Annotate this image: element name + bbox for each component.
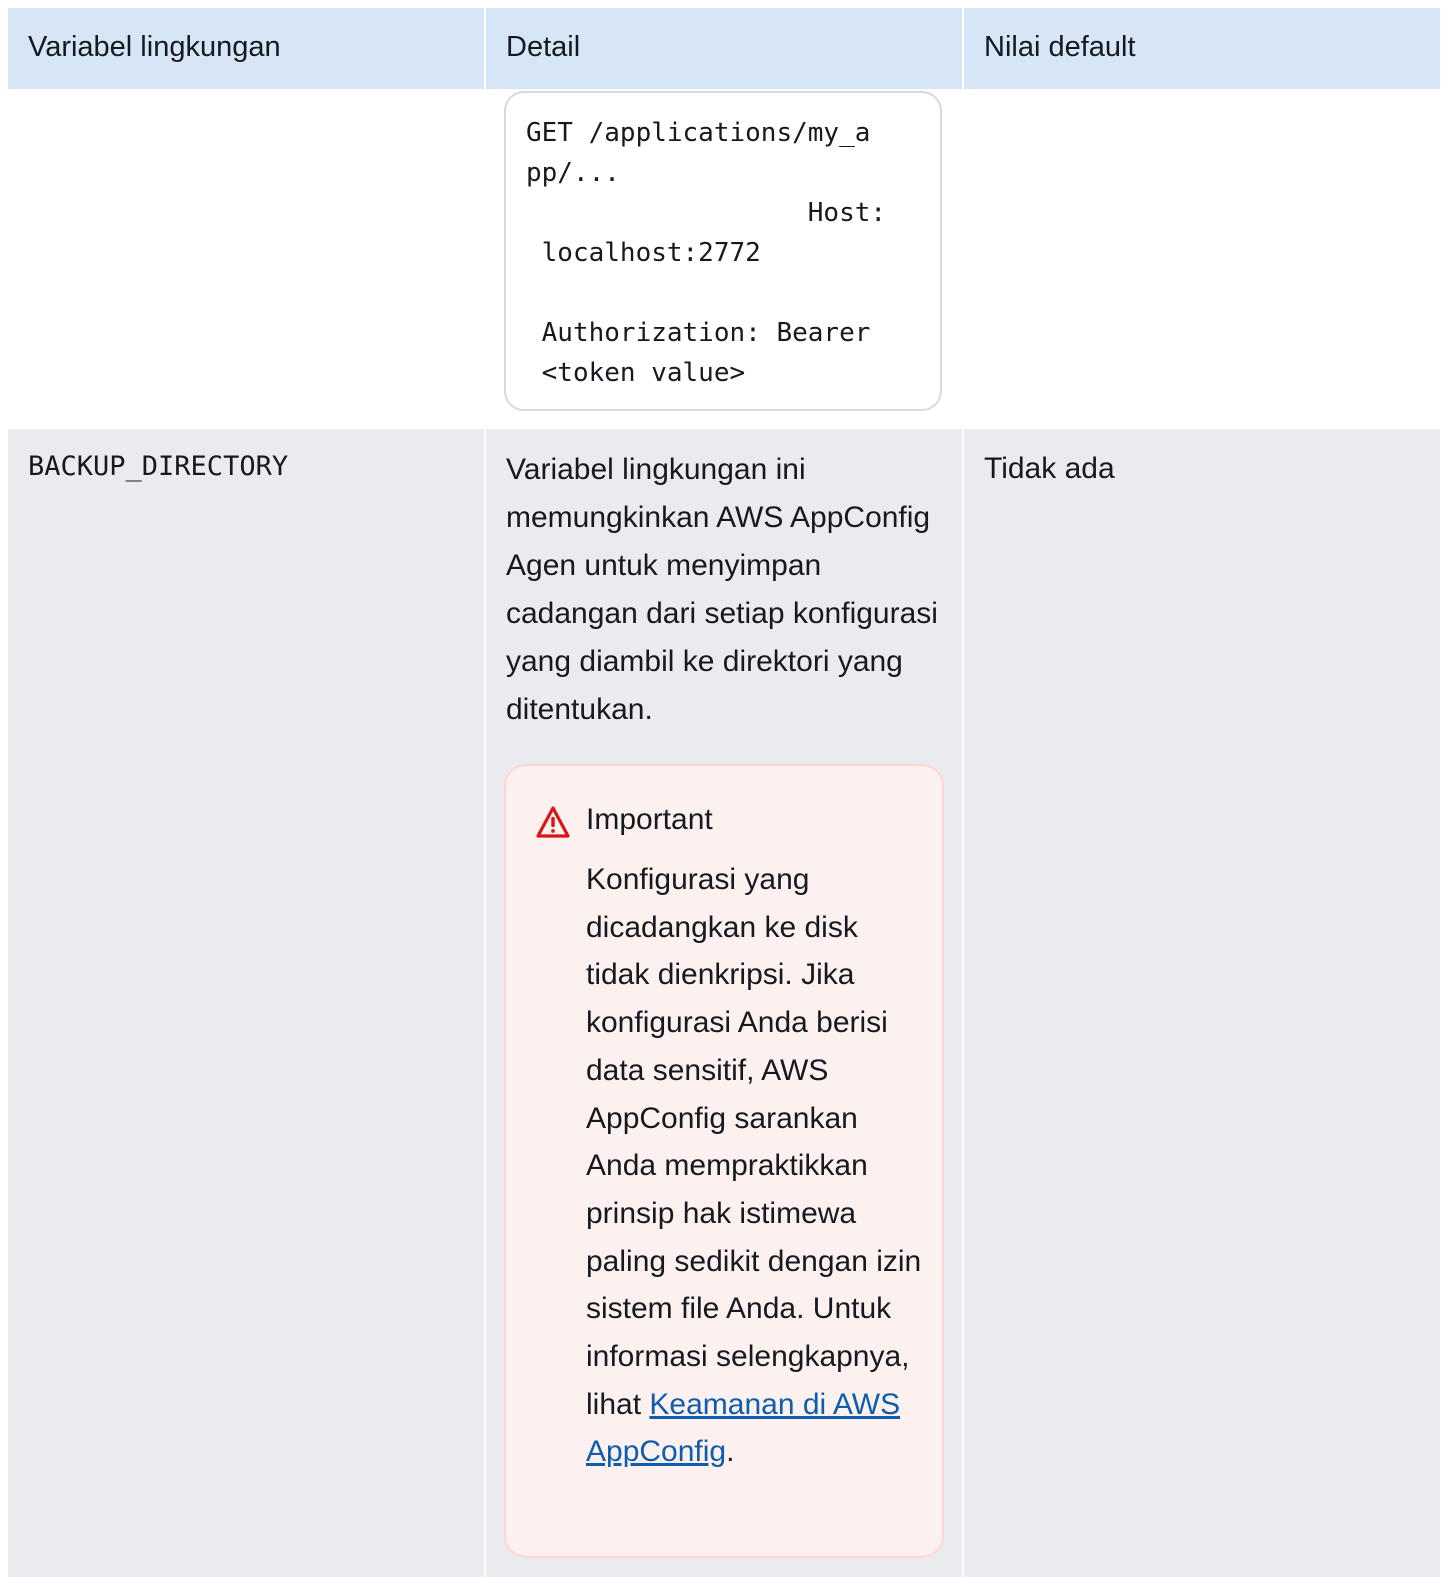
warning-triangle-icon	[536, 806, 570, 838]
row1-detail-cell: GET /applications/my_a pp/... Host: loca…	[484, 89, 962, 429]
code-block: GET /applications/my_a pp/... Host: loca…	[504, 91, 942, 411]
default-value: Tidak ada	[962, 429, 1440, 1577]
alert-trailing: .	[726, 1435, 735, 1469]
environment-variables-table: Variabel lingkungan Detail Nilai default…	[8, 8, 1440, 1577]
row1-default-cell	[962, 89, 1440, 429]
alert-body: Konfigurasi yang dicadangkan ke disk tid…	[586, 856, 926, 1476]
variable-name: BACKUP_DIRECTORY	[8, 429, 484, 1577]
alert-title: Important	[586, 803, 713, 836]
important-alert: Important Konfigurasi yang dicadangkan k…	[504, 764, 944, 1558]
header-default: Nilai default	[962, 8, 1440, 89]
row2-detail-cell: Variabel lingkungan ini memungkinkan AWS…	[484, 429, 962, 1577]
alert-body-text: Konfigurasi yang dicadangkan ke disk tid…	[586, 863, 922, 1421]
row1-variable-cell	[8, 89, 484, 429]
variable-description: Variabel lingkungan ini memungkinkan AWS…	[506, 453, 938, 726]
header-variable: Variabel lingkungan	[8, 8, 484, 89]
header-detail: Detail	[484, 8, 962, 89]
